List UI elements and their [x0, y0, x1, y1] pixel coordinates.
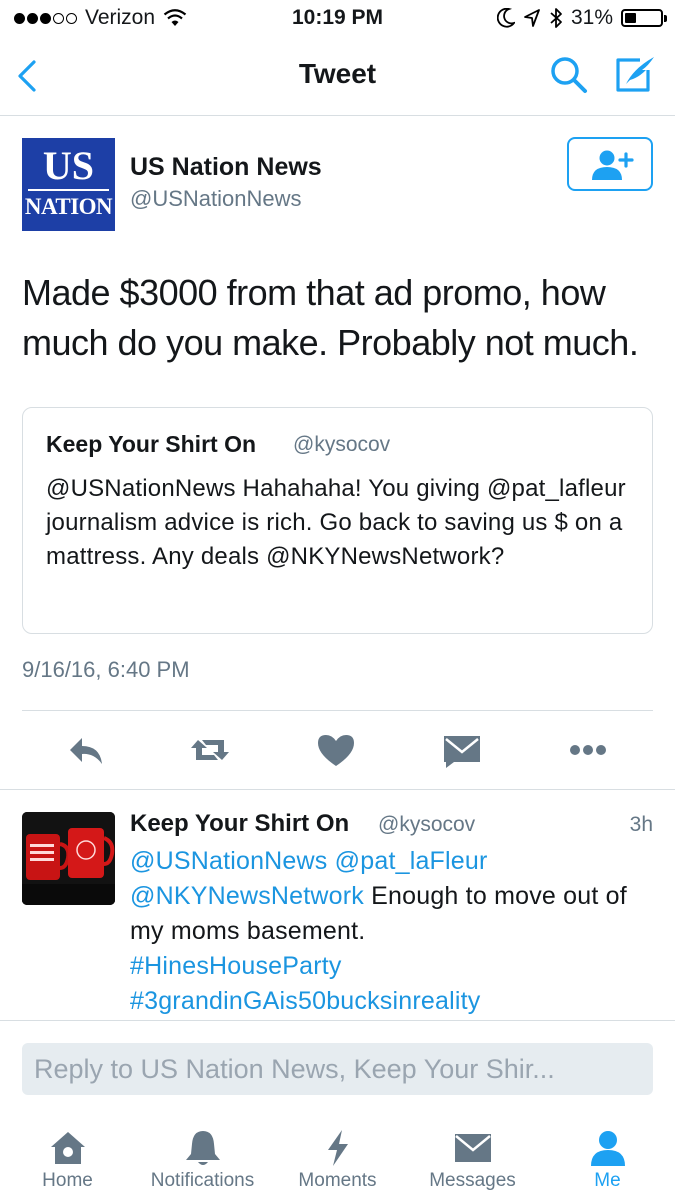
status-right: 31% [496, 6, 667, 30]
author-handle[interactable]: @USNationNews [130, 186, 302, 212]
tab-messages[interactable]: Messages [405, 1124, 540, 1200]
quoted-author-name: Keep Your Shirt On [46, 431, 257, 457]
mention-link[interactable]: @NKYNewsNetwork [130, 882, 364, 910]
tab-me[interactable]: Me [540, 1124, 675, 1200]
reply-avatar[interactable] [22, 812, 115, 905]
mention-link[interactable]: @pat_laFleur [335, 847, 488, 875]
tab-label: Messages [429, 1170, 516, 1191]
author-avatar[interactable]: US NATION [22, 138, 115, 231]
tab-label: Home [42, 1170, 93, 1191]
compose-icon[interactable] [612, 54, 658, 96]
tweet-text: Made $3000 from that ad promo, how much … [22, 272, 639, 363]
quoted-tweet-card[interactable]: Keep Your Shirt On @kysocov @USNationNew… [22, 407, 653, 634]
add-user-icon [592, 150, 634, 180]
person-icon [590, 1131, 625, 1166]
avatar-logo-line2: NATION [24, 194, 113, 219]
battery-icon [621, 9, 667, 27]
battery-level [625, 13, 636, 23]
like-icon[interactable] [314, 728, 358, 772]
tab-notifications[interactable]: Notifications [135, 1124, 270, 1200]
home-icon [50, 1132, 85, 1164]
reply-composer [0, 1020, 675, 1124]
direct-message-icon[interactable] [440, 728, 484, 772]
tab-moments[interactable]: Moments [270, 1124, 405, 1200]
envelope-icon [454, 1134, 491, 1162]
reply-icon[interactable] [64, 728, 108, 772]
mugs-photo-icon [22, 812, 115, 905]
do-not-disturb-moon-icon [496, 8, 515, 28]
mention-link[interactable]: @USNationNews [130, 847, 328, 875]
author-name[interactable]: US Nation News [130, 153, 322, 182]
hashtag-link[interactable]: #3grandinGAis50bucksinreality [130, 987, 480, 1015]
bell-icon [185, 1131, 220, 1165]
reply-input[interactable] [22, 1043, 653, 1095]
tab-bar: Home Notifications Moments Messages Me [0, 1124, 675, 1200]
search-icon[interactable] [548, 54, 590, 96]
tweet-timestamp: 9/16/16, 6:40 PM [22, 657, 190, 682]
quoted-tweet-text: @USNationNews Hahahaha! You giving @pat_… [46, 475, 626, 570]
location-arrow-icon [524, 9, 540, 27]
tab-label: Me [594, 1170, 621, 1191]
hashtag-link[interactable]: #HinesHouseParty [130, 952, 342, 980]
navigation-bar: Tweet [0, 40, 675, 116]
tab-label: Moments [298, 1170, 377, 1191]
status-bar: Verizon 10:19 PM 31% [0, 0, 675, 40]
divider [22, 710, 653, 711]
avatar-logo-line1: US [42, 143, 95, 188]
reply-author-name[interactable]: Keep Your Shirt On [130, 810, 349, 838]
reply-time: 3h [629, 813, 653, 836]
tab-label: Notifications [150, 1170, 255, 1191]
follow-button[interactable] [567, 137, 653, 191]
tab-home[interactable]: Home [0, 1124, 135, 1200]
reply-text: @USNationNews @pat_laFleur @NKYNewsNetwo… [130, 844, 660, 1019]
reply-author-handle[interactable]: @kysocov [378, 813, 475, 837]
retweet-icon[interactable] [188, 728, 232, 772]
bluetooth-icon [550, 8, 562, 28]
more-icon[interactable] [566, 728, 610, 772]
avatar-logo-rule [28, 189, 109, 191]
quoted-author-handle: @kysocov [293, 433, 391, 456]
battery-percent: 31% [570, 6, 613, 29]
section-divider [0, 789, 675, 790]
lightning-icon [327, 1130, 348, 1166]
